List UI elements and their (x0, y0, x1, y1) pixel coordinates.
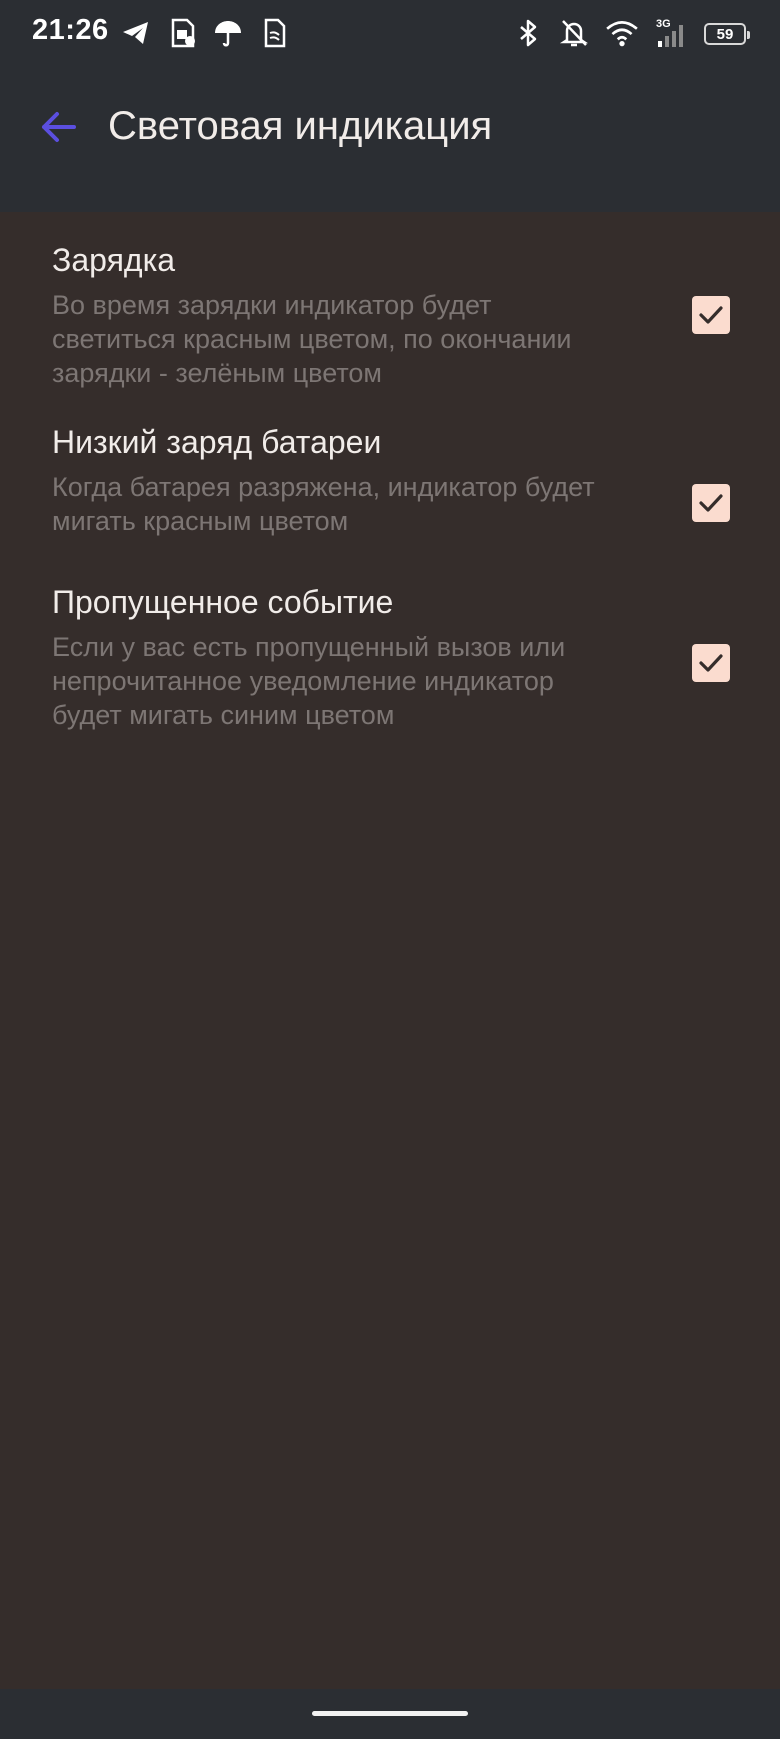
charging-checkbox[interactable] (692, 296, 730, 334)
navigation-bar (0, 1689, 780, 1739)
notifications-off-icon (559, 20, 589, 47)
setting-missed-event[interactable]: Пропущенное событие Если у вас есть проп… (0, 562, 780, 752)
setting-title: Низкий заряд батареи (52, 424, 382, 460)
back-button[interactable] (30, 96, 92, 158)
status-bar: 21:26 3G 59 (0, 0, 780, 66)
cellular-signal-icon: 3G (656, 18, 683, 47)
check-icon (699, 494, 723, 512)
setting-description-line: непрочитанное уведомление индикатор (52, 666, 554, 696)
status-left-icons (120, 16, 290, 50)
wifi-icon (606, 21, 638, 47)
setting-description-line: Если у вас есть пропущенный вызов или (52, 632, 566, 662)
bluetooth-icon (520, 19, 537, 47)
setting-description-line: зарядки - зелёным цветом (52, 358, 382, 388)
app-bar: Световая индикация (0, 66, 780, 212)
low-battery-checkbox[interactable] (692, 484, 730, 522)
status-right-icons: 3G 59 (512, 16, 750, 50)
missed-event-checkbox[interactable] (692, 644, 730, 682)
home-indicator[interactable] (312, 1711, 468, 1716)
setting-title: Пропущенное событие (52, 584, 394, 620)
setting-description: Во время зарядки индикатор будет светить… (52, 288, 652, 390)
check-icon (699, 654, 723, 672)
setting-description-line: Во время зарядки индикатор будет (52, 290, 492, 320)
setting-description: Если у вас есть пропущенный вызов или не… (52, 630, 652, 732)
setting-title: Зарядка (52, 242, 176, 278)
page-title: Световая индикация (108, 104, 493, 148)
sim-card-icon (264, 18, 286, 48)
arrow-left-icon (42, 112, 76, 142)
battery-icon: 59 (704, 23, 750, 45)
network-type-label: 3G (656, 18, 671, 30)
setting-description-line: мигать красным цветом (52, 506, 349, 536)
sim-settings-icon (171, 18, 195, 48)
umbrella-icon (215, 21, 241, 47)
setting-charging[interactable]: Зарядка Во время зарядки индикатор будет… (0, 212, 780, 402)
telegram-icon (123, 22, 148, 44)
setting-low-battery[interactable]: Низкий заряд батареи Когда батарея разря… (0, 402, 780, 562)
screen: 21:26 3G 59 Световая индикация Зарядка В… (0, 0, 780, 1739)
setting-description-line: Когда батарея разряжена, индикатор будет (52, 472, 595, 502)
setting-description: Когда батарея разряжена, индикатор будет… (52, 470, 652, 538)
status-time: 21:26 (32, 14, 109, 46)
setting-description-line: светиться красным цветом, по окончании (52, 324, 572, 354)
check-icon (699, 306, 723, 324)
setting-description-line: будет мигать синим цветом (52, 700, 395, 730)
battery-level: 59 (716, 25, 734, 43)
